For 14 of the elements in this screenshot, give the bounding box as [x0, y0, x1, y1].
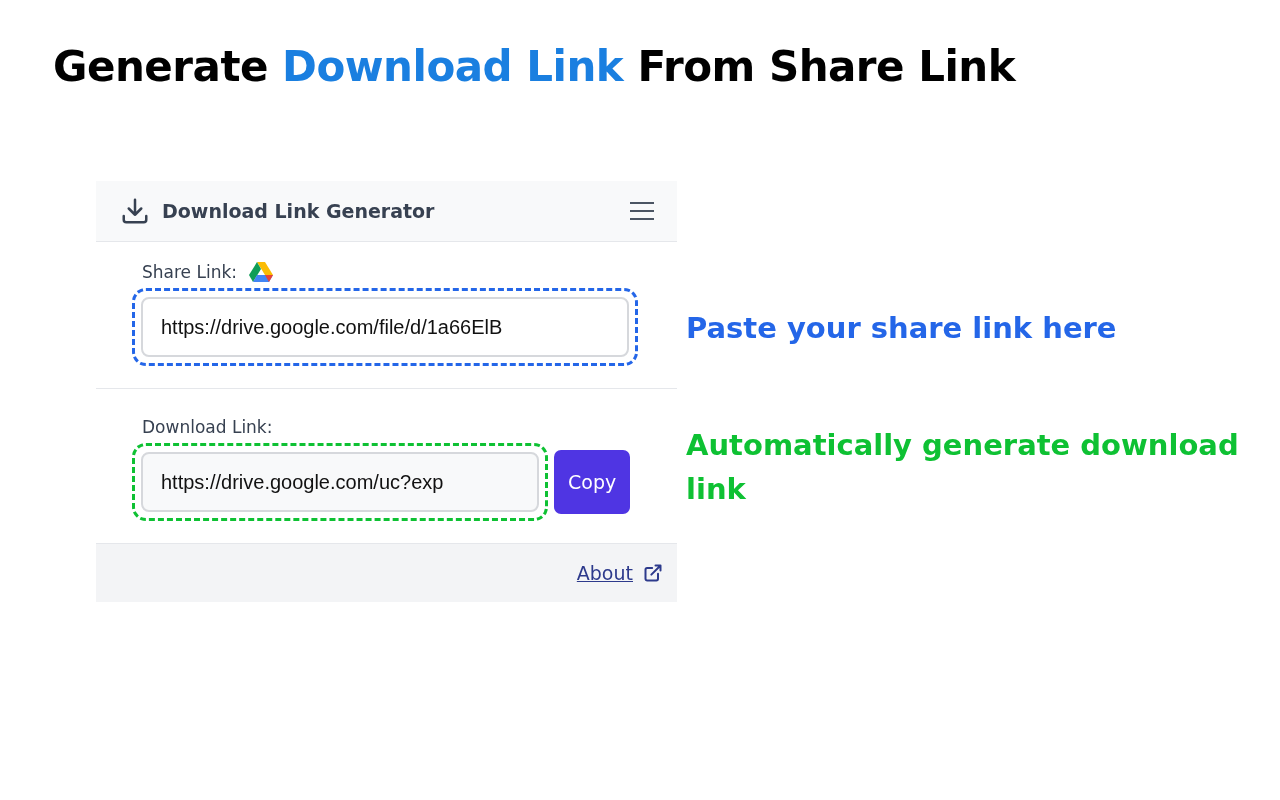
copy-button[interactable]: Copy [554, 450, 631, 514]
field-label: Share Link: [142, 262, 237, 282]
share-link-field[interactable]: https://drive.google.com/file/d/1a66ElB [141, 297, 629, 357]
callout-text: Paste your share link here [686, 309, 1118, 347]
app-title: Download Link Generator [162, 200, 436, 222]
menu-icon[interactable] [629, 201, 655, 221]
callout-text: Automatically generate download link [686, 426, 1240, 508]
headline: Generate Download Link From Share Link [52, 41, 1017, 91]
download-icon [120, 196, 150, 226]
external-link-icon [643, 563, 663, 583]
field-label: Download Link: [142, 417, 273, 437]
download-link-field[interactable]: https://drive.google.com/uc?exp [141, 452, 539, 512]
drive-icon [249, 262, 273, 282]
about-link[interactable]: About [576, 562, 633, 584]
